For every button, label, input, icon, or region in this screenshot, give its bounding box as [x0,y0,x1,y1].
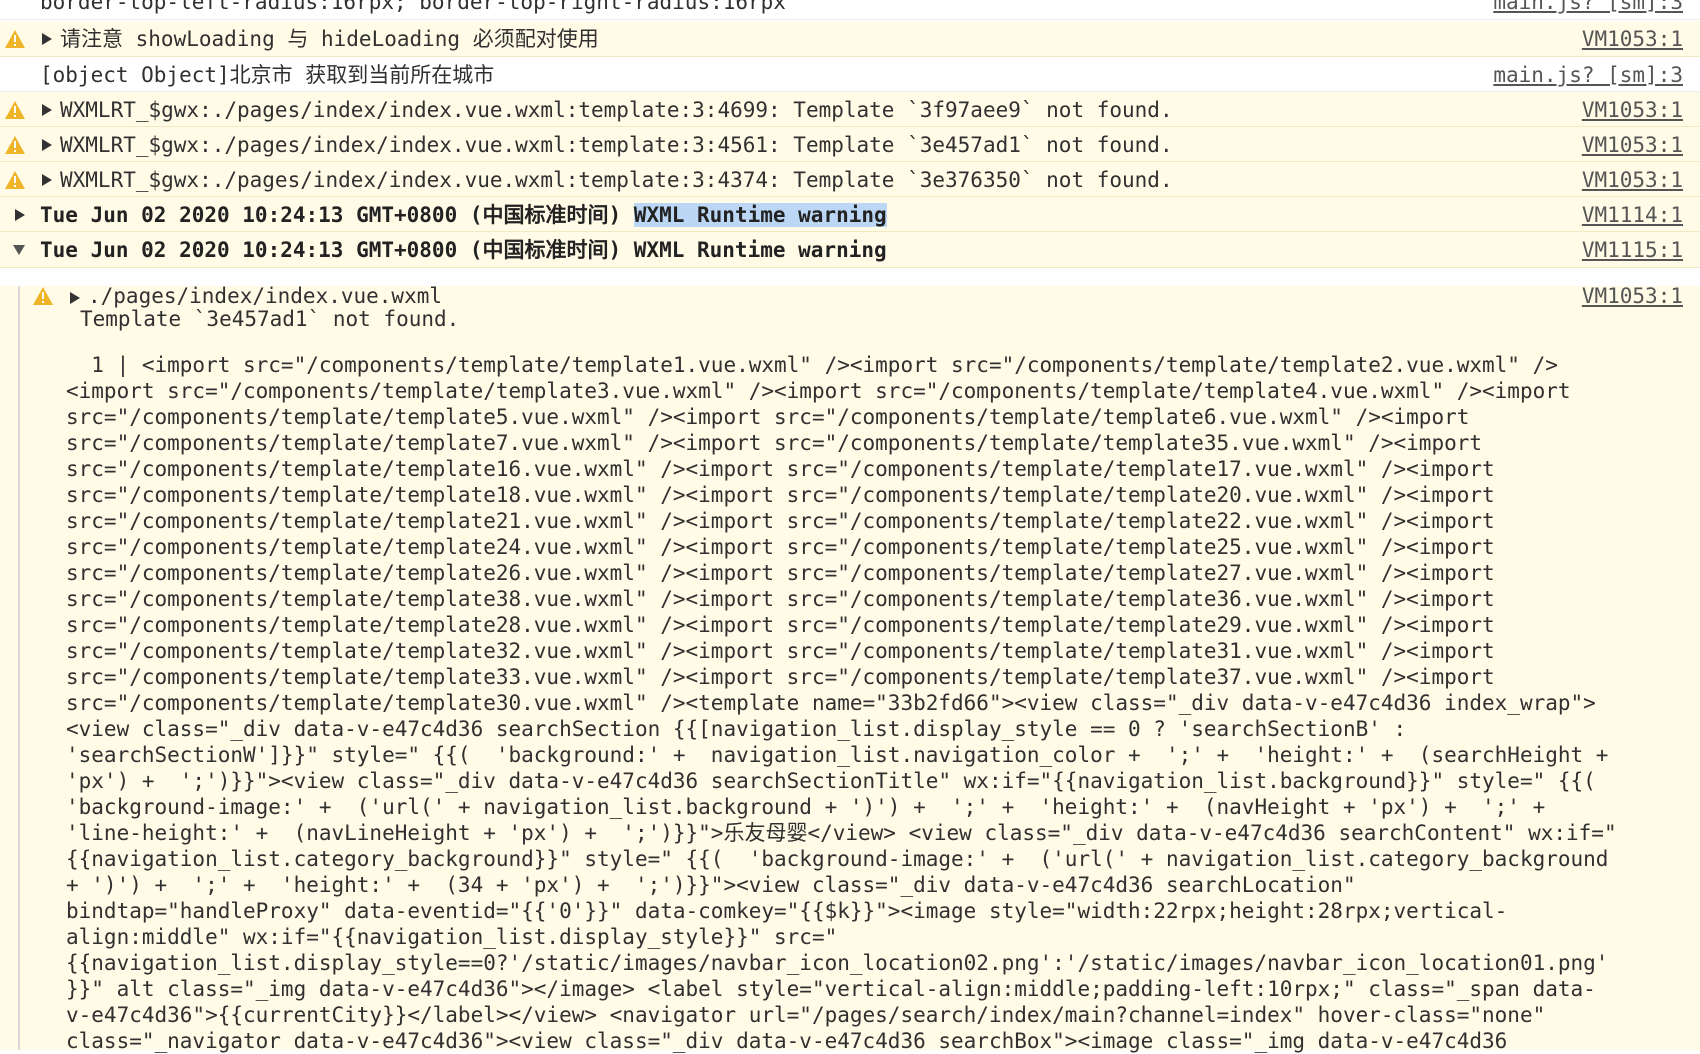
code-line: align:middle" wx:if="{{navigation_list.d… [66,925,838,949]
console-message: border-top-left-radius:16rpx; border-top… [40,0,786,14]
console-group-expanded[interactable]: Tue Jun 02 2020 10:24:13 GMT+0800 (中国标准时… [0,232,1700,268]
disclosure-triangle-icon[interactable] [42,104,52,116]
source-link[interactable]: main.js? [sm]:3 [1493,0,1683,21]
code-line: src="/components/template/template38.vue… [66,587,1495,611]
source-link[interactable]: VM1053:1 [1582,127,1683,164]
code-line: 'searchSectionW']}}" style=" {{( 'backgr… [66,743,1609,767]
code-line: {{navigation_list.category_background}}"… [66,847,1609,871]
group-title: Tue Jun 02 2020 10:24:13 GMT+0800 (中国标准时… [40,238,887,262]
code-line: {{navigation_list.display_style==0?'/sta… [66,951,1609,975]
group-title: Tue Jun 02 2020 10:24:13 GMT+0800 (中国标准时… [40,197,887,234]
console-message: WXMLRT_$gwx:./pages/index/index.vue.wxml… [60,98,1173,122]
warning-triangle-icon [5,171,25,189]
warning-triangle-icon [33,287,53,305]
disclosure-triangle-icon[interactable] [70,292,80,304]
code-line: src="/components/template/template21.vue… [66,509,1495,533]
disclosure-triangle-open-icon[interactable] [13,245,25,255]
code-line: src="/components/template/template24.vue… [66,535,1495,559]
code-line: <view class="_div data-v-e47c4d36 search… [66,717,1407,741]
code-line: src="/components/template/template7.vue.… [66,431,1483,455]
code-line: src="/components/template/template26.vue… [66,561,1495,585]
console-warning-row[interactable]: WXMLRT_$gwx:./pages/index/index.vue.wxml… [0,92,1700,127]
group-body: ./pages/index/index.vue.wxml VM1053:1 Te… [0,284,1700,1053]
code-line: class="_navigator data-v-e47c4d36"><view… [66,1029,1508,1053]
console-warning-row[interactable]: 请注意 showLoading 与 hideLoading 必须配对使用 VM1… [0,21,1700,57]
console-message: WXMLRT_$gwx:./pages/index/index.vue.wxml… [60,133,1173,157]
code-frame: 1 | <import src="/components/template/te… [66,352,1691,1054]
warning-message: Template `3e457ad1` not found. [80,307,460,331]
disclosure-triangle-icon[interactable] [42,174,52,186]
source-link[interactable]: VM1053:1 [1582,92,1683,129]
warning-triangle-icon [5,136,25,154]
code-line: src="/components/template/template32.vue… [66,639,1495,663]
code-line: src="/components/template/template16.vue… [66,457,1495,481]
console-message: [object Object]北京市 获取到当前所在城市 [40,63,495,87]
code-line: v-e47c4d36">{{currentCity}}</label></vie… [66,1003,1546,1027]
disclosure-triangle-icon[interactable] [15,209,25,221]
disclosure-triangle-icon[interactable] [42,33,52,45]
console-group-collapsed[interactable]: Tue Jun 02 2020 10:24:13 GMT+0800 (中国标准时… [0,197,1700,232]
console-log-row: [object Object]北京市 获取到当前所在城市 main.js? [s… [0,57,1700,92]
source-link[interactable]: VM1053:1 [1582,278,1683,315]
source-link[interactable]: VM1115:1 [1582,232,1683,269]
code-line: 1 | <import src="/components/template/te… [66,353,1558,377]
source-link[interactable]: VM1053:1 [1582,21,1683,58]
warning-triangle-icon [5,101,25,119]
code-line: + ')') + ';' + 'height:' + (34 + 'px') +… [66,873,1356,897]
code-line: <import src="/components/template/templa… [66,379,1571,403]
group-date: Tue Jun 02 2020 10:24:13 GMT+0800 (中国标准时… [40,203,634,227]
code-line: 'background-image:' + ('url(' + navigati… [66,795,1546,819]
code-line: }}" alt class="_img data-v-e47c4d36"></i… [66,977,1596,1001]
group-indent-line [18,286,20,1050]
code-line: src="/components/template/template18.vue… [66,483,1495,507]
source-link[interactable]: VM1114:1 [1582,197,1683,234]
code-line: src="/components/template/template5.vue.… [66,405,1470,429]
console-message: 请注意 showLoading 与 hideLoading 必须配对使用 [60,27,599,51]
group-label-highlighted: WXML Runtime warning [633,203,887,227]
console-row-partial: border-top-left-radius:16rpx; border-top… [0,0,1700,20]
console-message: WXMLRT_$gwx:./pages/index/index.vue.wxml… [60,168,1173,192]
code-line: 'line-height:' + (navLineHeight + 'px') … [66,821,1617,845]
source-link[interactable]: main.js? [sm]:3 [1493,57,1683,94]
disclosure-triangle-icon[interactable] [42,139,52,151]
code-line: src="/components/template/template33.vue… [66,665,1495,689]
console-warning-row[interactable]: WXMLRT_$gwx:./pages/index/index.vue.wxml… [0,127,1700,162]
code-line: 'px') + ';')}}"><view class="_div data-v… [66,769,1596,793]
source-link[interactable]: VM1053:1 [1582,162,1683,199]
code-line: src="/components/template/template28.vue… [66,613,1495,637]
warning-triangle-icon [5,30,25,48]
console-warning-row[interactable]: WXMLRT_$gwx:./pages/index/index.vue.wxml… [0,162,1700,197]
code-line: bindtap="handleProxy" data-eventid="{{'0… [66,899,1508,923]
code-line: src="/components/template/template30.vue… [66,691,1596,715]
